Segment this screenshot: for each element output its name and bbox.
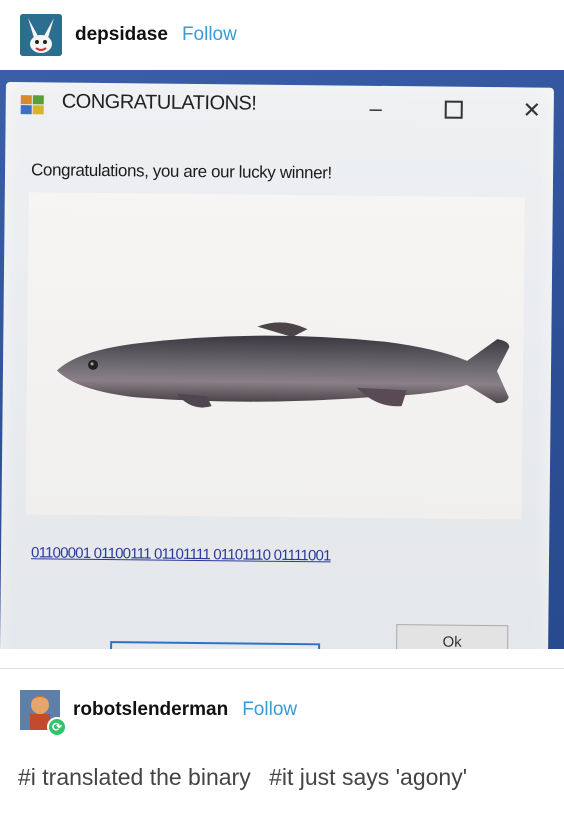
close-button[interactable]: ✕: [514, 93, 550, 127]
reblog-icon: ⟳: [47, 717, 67, 737]
rabbit-avatar-icon: [20, 14, 62, 56]
minimize-button[interactable]: –: [358, 92, 394, 126]
dialog-left-button[interactable]: [109, 641, 321, 649]
post-username[interactable]: depsidase: [75, 24, 168, 46]
post-photo: CONGRATULATIONS! – ✕ Congratulations, yo…: [0, 70, 564, 649]
post-header: depsidase Follow: [0, 0, 564, 70]
tag[interactable]: #i translated the binary: [18, 764, 251, 790]
fish-image: [56, 322, 510, 408]
maximize-icon: [444, 100, 463, 119]
reblogger-username[interactable]: robotslenderman: [73, 699, 228, 721]
reblog-follow-button[interactable]: Follow: [242, 699, 297, 721]
minimize-icon: –: [369, 95, 382, 121]
ok-button[interactable]: Ok: [395, 624, 509, 649]
tag[interactable]: #it just says 'agony': [269, 764, 467, 790]
dialog-window: CONGRATULATIONS! – ✕ Congratulations, yo…: [0, 82, 554, 649]
user-avatar[interactable]: [20, 14, 62, 56]
divider: [0, 668, 564, 669]
tags-row: #i translated the binary #it just says '…: [18, 764, 479, 791]
reblogger-avatar[interactable]: ⟳: [20, 690, 67, 737]
dialog-title: CONGRATULATIONS!: [61, 90, 257, 115]
fish-picture: [25, 192, 525, 520]
dialog-message: Congratulations, you are our lucky winne…: [30, 160, 332, 183]
follow-button[interactable]: Follow: [182, 24, 237, 46]
binary-link[interactable]: 01100001 01100111 01101111 01101110 0111…: [31, 544, 331, 564]
maximize-button[interactable]: [436, 93, 472, 127]
windows-app-icon: [20, 95, 44, 115]
close-icon: ✕: [522, 97, 542, 123]
dialog-titlebar: CONGRATULATIONS! – ✕: [5, 82, 554, 146]
reblog-header: ⟳ robotslenderman Follow: [0, 688, 564, 737]
